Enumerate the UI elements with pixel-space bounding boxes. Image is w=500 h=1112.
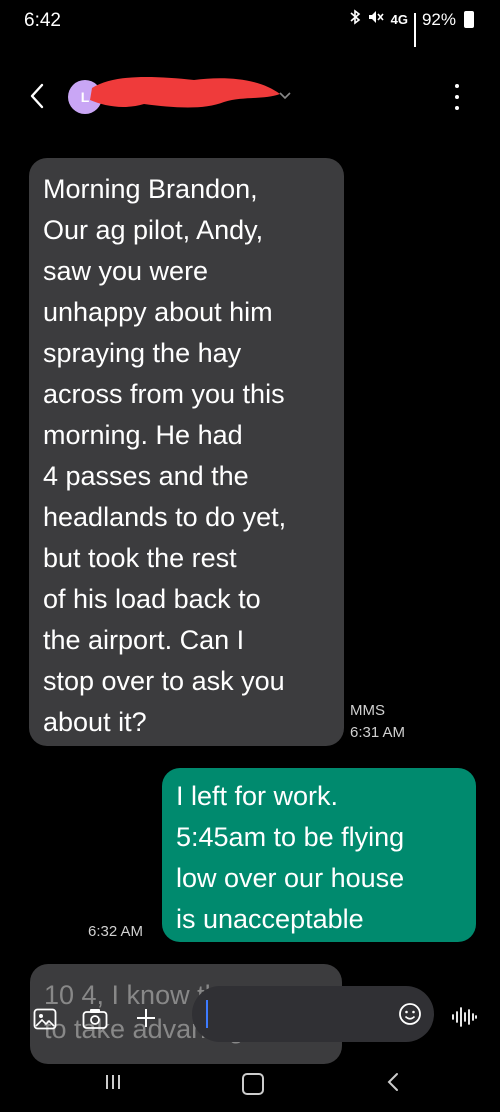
message-timestamp: 6:32 AM <box>88 923 144 940</box>
bluetooth-icon <box>349 9 361 30</box>
emoji-icon[interactable] <box>398 1002 422 1026</box>
text-cursor <box>206 1000 208 1028</box>
recent-apps-icon[interactable] <box>103 1072 123 1092</box>
battery-percent: 92% <box>421 9 456 29</box>
message-timestamp: 6:31 AM <box>350 724 406 741</box>
system-navigation-bar <box>0 1060 500 1112</box>
conversation-header: L <box>0 60 500 130</box>
nav-back-icon[interactable] <box>386 1072 400 1092</box>
outgoing-message-bubble[interactable]: I left for work. 5:45am to be flying low… <box>162 768 476 942</box>
battery-icon <box>464 11 474 28</box>
plus-icon[interactable] <box>134 1006 158 1030</box>
more-options-icon[interactable] <box>452 84 462 110</box>
network-type: 4G <box>390 12 408 27</box>
mute-icon <box>367 9 385 30</box>
status-bar: 6:42 4G 92% <box>0 0 500 47</box>
message-input[interactable] <box>192 986 434 1042</box>
incoming-message-bubble[interactable]: Morning Brandon, Our ag pilot, Andy, saw… <box>29 158 344 746</box>
message-type-label: MMS <box>350 702 385 719</box>
chevron-down-icon[interactable] <box>278 88 292 100</box>
incoming-message-meta: MMS 6:31 AM <box>350 700 405 744</box>
camera-icon[interactable] <box>82 1008 108 1030</box>
voice-input-icon[interactable] <box>450 1005 478 1029</box>
home-icon[interactable] <box>242 1073 264 1095</box>
message-composer <box>0 980 500 1050</box>
status-time: 6:42 <box>24 10 61 31</box>
gallery-icon[interactable] <box>33 1008 57 1030</box>
signal-icon <box>413 12 416 47</box>
status-icons: 4G 92% <box>349 9 474 47</box>
back-arrow-icon[interactable] <box>26 82 50 110</box>
redacted-contact-name <box>84 70 284 114</box>
